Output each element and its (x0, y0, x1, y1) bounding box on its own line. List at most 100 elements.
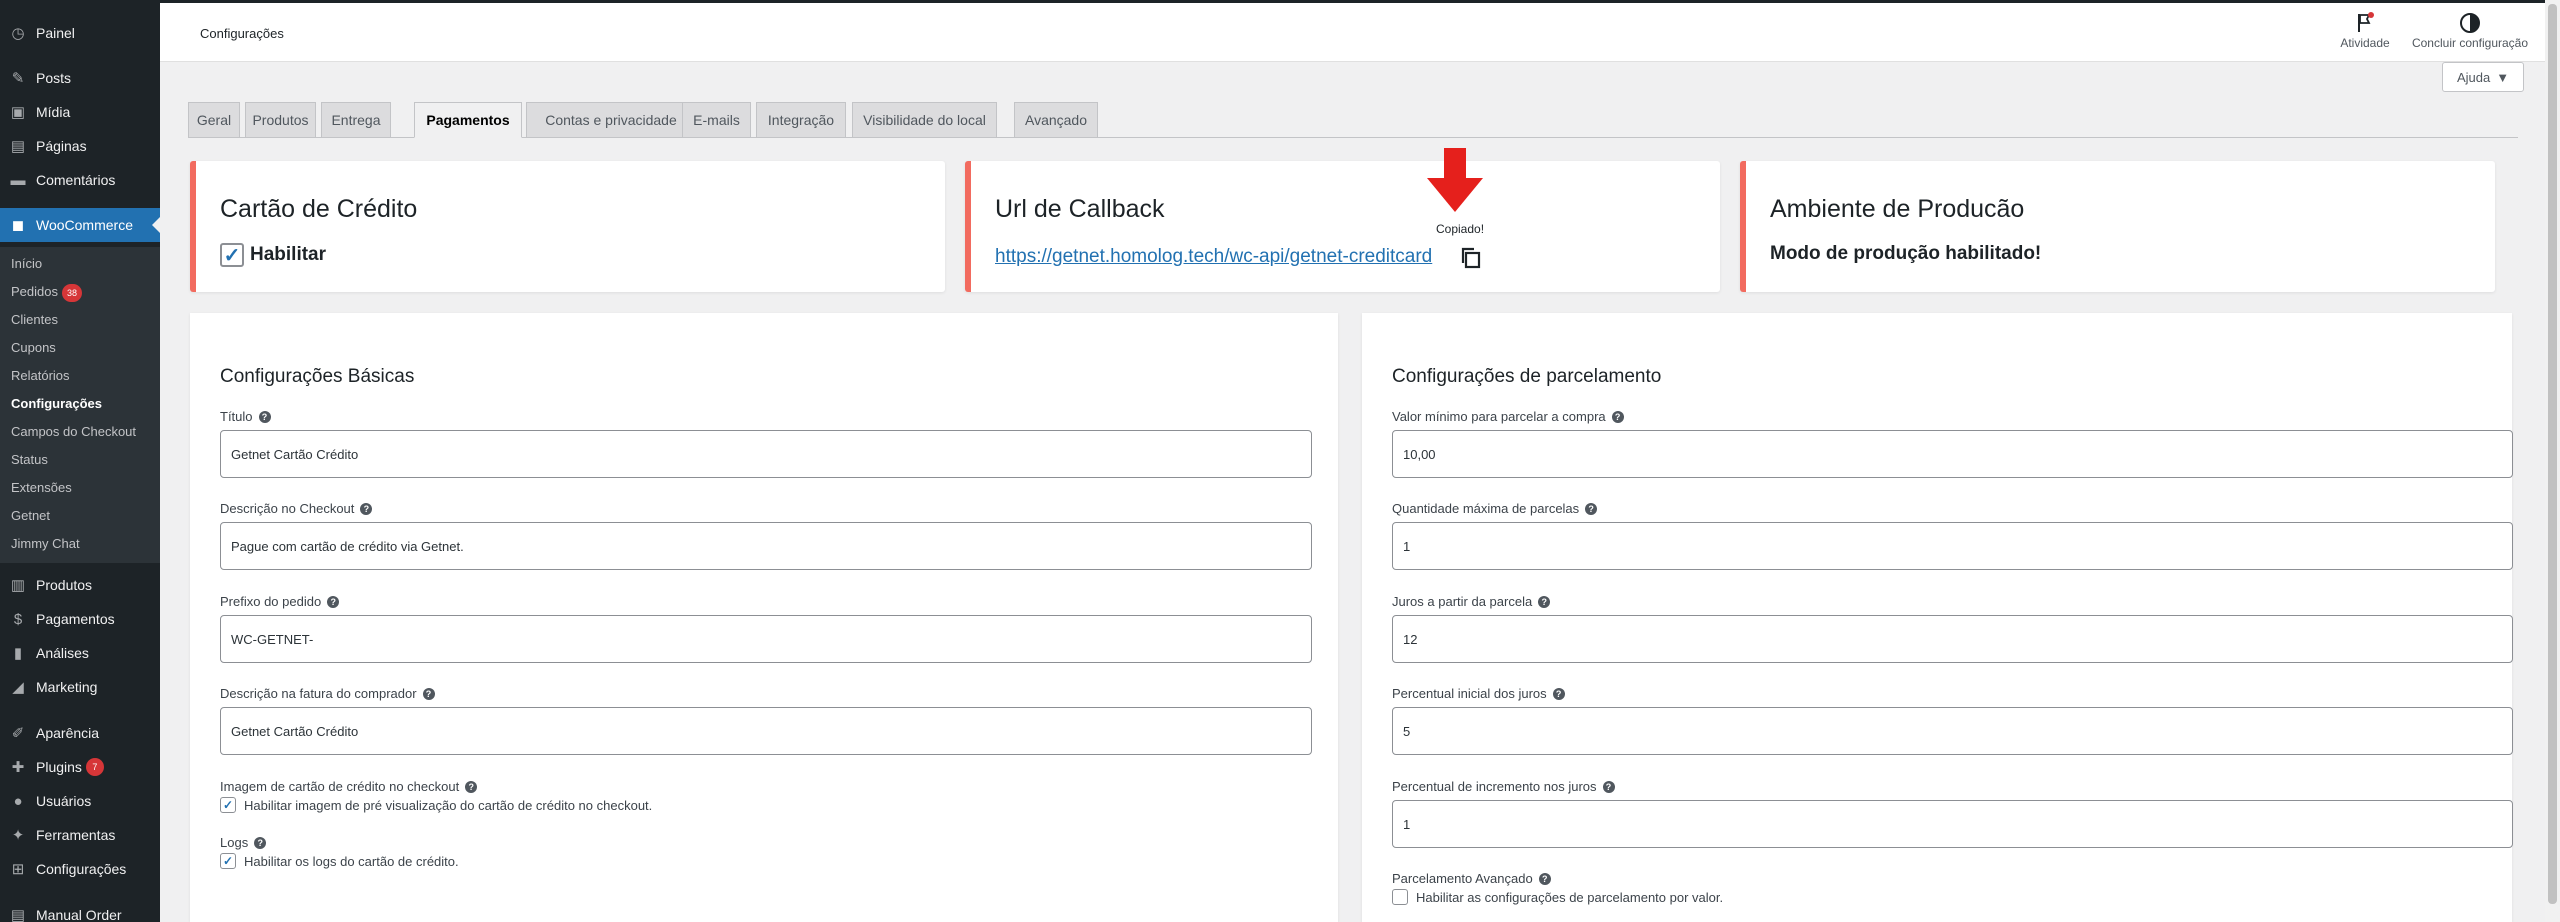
help-tip-icon[interactable]: ? (1585, 502, 1598, 515)
menu-item-painel[interactable]: ◷ Painel (0, 16, 160, 50)
tab-avancado[interactable]: Avançado (1014, 102, 1098, 138)
menu-item-configuracoes[interactable]: ⊞ Configurações (0, 852, 160, 886)
submenu-item-configuracoes[interactable]: Configurações (11, 396, 102, 411)
submenu-item-inicio[interactable]: Início (11, 256, 42, 271)
menu-item-posts[interactable]: ✎ Posts (0, 61, 160, 95)
submenu-item-clientes[interactable]: Clientes (11, 312, 58, 327)
help-tip-icon[interactable]: ? (360, 502, 373, 515)
help-tip-icon[interactable]: ? (258, 410, 271, 423)
callback-url-link[interactable]: https://getnet.homolog.tech/wc-api/getne… (995, 246, 1432, 268)
submenu-item-campos-checkout[interactable]: Campos do Checkout (11, 424, 136, 439)
menu-item-aparencia[interactable]: ✐ Aparência (0, 716, 160, 750)
help-button[interactable]: Ajuda ▼ (2442, 62, 2524, 92)
min-installment-value-input[interactable]: 10,00 (1392, 430, 2513, 478)
advanced-installments-checkbox[interactable] (1392, 889, 1408, 905)
help-tip-icon[interactable]: ? (254, 836, 267, 849)
menu-item-woocommerce[interactable]: ◼ WooCommerce (0, 208, 160, 242)
submenu-item-cupons[interactable]: Cupons (11, 340, 56, 355)
checkbox-label: Habilitar os logs do cartão de crédito. (244, 853, 459, 869)
menu-item-comentarios[interactable]: ▬ Comentários (0, 163, 160, 197)
top-border (160, 0, 2560, 3)
label-text: Prefixo do pedido (220, 594, 322, 609)
logs-checkbox[interactable]: ✓ (220, 853, 236, 869)
menu-label: Configurações (36, 861, 127, 877)
menu-item-manual-order[interactable]: ▤ Manual Order (0, 898, 160, 922)
tab-visibilidade-local[interactable]: Visibilidade do local (852, 102, 997, 138)
title-input[interactable]: Getnet Cartão Crédito (220, 430, 1312, 478)
comments-icon: ▬ (10, 171, 26, 189)
help-tip-icon[interactable]: ? (422, 687, 435, 700)
enable-checkbox[interactable]: ✓ (220, 243, 244, 267)
checkout-description-input[interactable]: Pague com cartão de crédito via Getnet. (220, 522, 1312, 570)
page-title: Configurações (200, 26, 284, 41)
menu-item-produtos[interactable]: ▥ Produtos (0, 568, 160, 602)
logs-option[interactable]: ✓ Habilitar os logs do cartão de crédito… (220, 853, 459, 869)
tab-emails[interactable]: E-mails (682, 102, 751, 138)
label-text: Quantidade máxima de parcelas (1392, 501, 1580, 516)
help-tip-icon[interactable]: ? (1552, 687, 1565, 700)
help-tip-icon[interactable]: ? (1538, 595, 1551, 608)
tab-produtos[interactable]: Produtos (245, 102, 316, 138)
order-prefix-input[interactable]: WC-GETNET- (220, 615, 1312, 663)
menu-item-usuarios[interactable]: ● Usuários (0, 784, 160, 818)
help-tip-icon[interactable]: ? (1538, 872, 1551, 885)
menu-item-ferramentas[interactable]: ✦ Ferramentas (0, 818, 160, 852)
label-text: Imagem de cartão de crédito no checkout (220, 779, 460, 794)
card-title: Cartão de Crédito (220, 195, 418, 223)
enable-credit-card-row[interactable]: ✓ Habilitar (220, 243, 326, 267)
menu-item-midia[interactable]: ▣ Mídia (0, 95, 160, 129)
invoice-description-input[interactable]: Getnet Cartão Crédito (220, 707, 1312, 755)
submenu-item-getnet[interactable]: Getnet (11, 508, 50, 523)
progress-circle-icon (2400, 12, 2540, 36)
field-label-logs: Logs? (220, 835, 267, 850)
page-scrollbar[interactable] (2545, 0, 2560, 922)
field-label-valor-minimo: Valor mínimo para parcelar a compra? (1392, 409, 1624, 424)
help-tip-icon[interactable]: ? (1611, 410, 1624, 423)
menu-item-pagamentos[interactable]: $ Pagamentos (0, 602, 160, 636)
tab-entrega[interactable]: Entrega (321, 102, 391, 138)
max-installments-input[interactable]: 1 (1392, 522, 2513, 570)
help-tip-icon[interactable]: ? (465, 780, 478, 793)
submenu-item-relatorios[interactable]: Relatórios (11, 368, 70, 383)
menu-label: WooCommerce (36, 217, 133, 233)
scrollbar-thumb[interactable] (2548, 4, 2557, 904)
dashboard-icon: ◷ (11, 25, 25, 42)
advanced-installments-option[interactable]: Habilitar as configurações de parcelamen… (1392, 889, 1723, 905)
submenu-item-extensoes[interactable]: Extensões (11, 480, 72, 495)
help-tip-icon[interactable]: ? (327, 595, 340, 608)
tab-contas-privacidade[interactable]: Contas e privacidade (526, 102, 696, 138)
copy-icon[interactable] (1458, 245, 1484, 271)
menu-item-plugins[interactable]: ✚ Plugins 7 (0, 750, 160, 784)
submenu-item-jimmy-chat[interactable]: Jimmy Chat (11, 536, 80, 551)
field-label-titulo: Título? (220, 409, 271, 424)
checkbox-label: Habilitar imagem de pré visualização do … (244, 797, 653, 813)
finish-setup-button[interactable]: Concluir configuração (2400, 12, 2540, 50)
interest-from-installment-input[interactable]: 12 (1392, 615, 2513, 663)
tab-integracao[interactable]: Integração (756, 102, 846, 138)
submenu-label: Pedidos (11, 284, 58, 299)
menu-label: Manual Order (36, 907, 122, 922)
label-text: Percentual inicial dos juros (1392, 686, 1547, 701)
menu-item-marketing[interactable]: ◢ Marketing (0, 670, 160, 704)
submenu-item-status[interactable]: Status (11, 452, 48, 467)
help-tip-icon[interactable]: ? (1602, 780, 1615, 793)
initial-interest-input[interactable]: 5 (1392, 707, 2513, 755)
label-text: Parcelamento Avançado (1392, 871, 1533, 886)
orders-count-badge: 38 (61, 284, 82, 302)
pages-icon: ▤ (10, 138, 26, 155)
menu-label: Páginas (36, 138, 87, 154)
card-image-checkbox[interactable]: ✓ (220, 797, 236, 813)
pushpin-icon: ✎ (11, 70, 25, 87)
tab-pagamentos[interactable]: Pagamentos (414, 102, 522, 138)
interest-increment-input[interactable]: 1 (1392, 800, 2513, 848)
menu-item-analises[interactable]: ▮ Análises (0, 636, 160, 670)
menu-label: Painel (36, 25, 75, 41)
enable-label: Habilitar (250, 244, 327, 265)
submenu-item-pedidos[interactable]: Pedidos 38 (11, 284, 82, 302)
activity-label: Atividade (2340, 36, 2390, 50)
products-icon: ▥ (10, 577, 26, 594)
menu-item-paginas[interactable]: ▤ Páginas (0, 129, 160, 163)
activity-button[interactable]: Atividade (2325, 12, 2405, 50)
card-image-option[interactable]: ✓ Habilitar imagem de pré visualização d… (220, 797, 652, 813)
tab-geral[interactable]: Geral (188, 102, 240, 138)
